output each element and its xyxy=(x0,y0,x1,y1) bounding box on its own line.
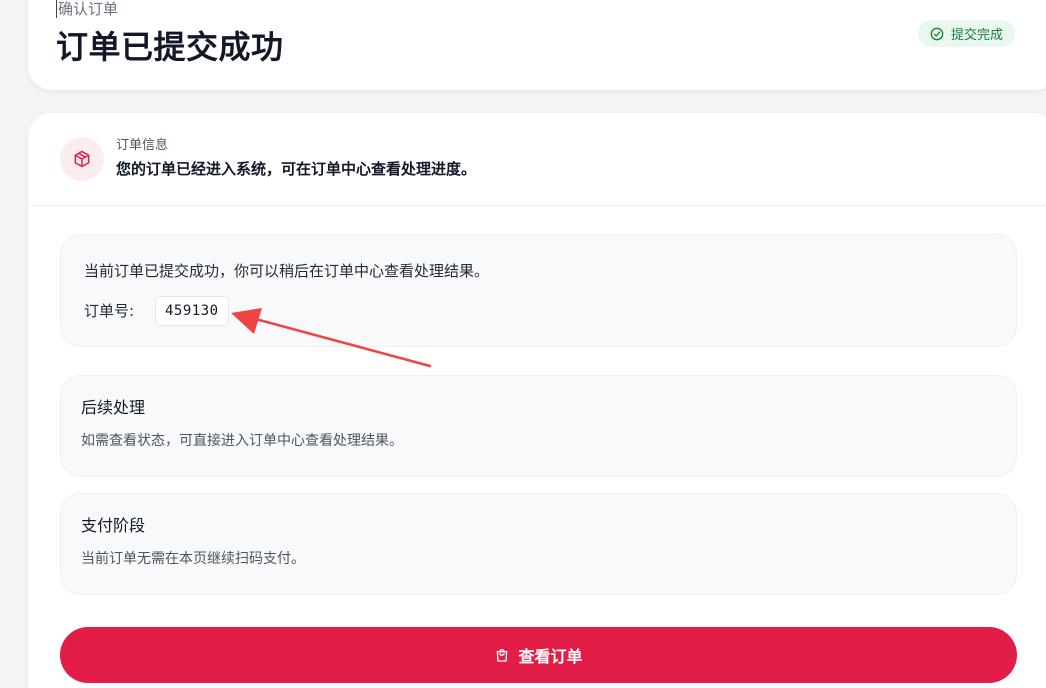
payment-text: 当前订单无需在本页继续扫码支付。 xyxy=(81,551,305,567)
payment-panel xyxy=(60,493,1017,595)
status-badge: 提交完成 xyxy=(918,20,1016,47)
order-number-value: 459130 xyxy=(155,296,229,326)
follow-up-title: 后续处理 xyxy=(81,398,146,417)
order-info-description: 您的订单已经进入系统，可在订单中心查看处理进度。 xyxy=(116,160,477,178)
order-number-label: 订单号: xyxy=(84,302,135,320)
order-success-message: 当前订单已提交成功，你可以稍后在订单中心查看处理结果。 xyxy=(84,262,490,280)
payment-title: 支付阶段 xyxy=(81,516,146,535)
follow-up-panel xyxy=(60,375,1017,477)
shopping-bag-icon xyxy=(494,647,510,663)
status-badge-label: 提交完成 xyxy=(951,28,1004,43)
order-success-page: 确认订单 订单已提交成功 提交完成 订单信息 您的订单已经进入系统，可在订单中心… xyxy=(0,0,1046,688)
page-title: 订单已提交成功 xyxy=(56,28,284,66)
follow-up-text: 如需查看状态，可直接进入订单中心查看处理结果。 xyxy=(81,433,403,449)
order-info-label: 订单信息 xyxy=(116,138,169,153)
view-order-button-label: 查看订单 xyxy=(518,647,583,666)
view-order-button[interactable]: 查看订单 xyxy=(60,627,1017,683)
check-circle-icon xyxy=(930,27,944,41)
order-summary-panel xyxy=(60,234,1017,347)
breadcrumb: 确认订单 xyxy=(56,0,119,18)
package-icon xyxy=(60,137,104,181)
